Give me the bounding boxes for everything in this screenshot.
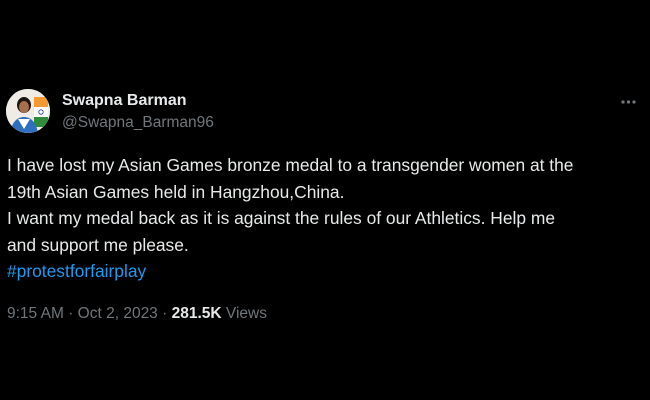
hashtag-link[interactable]: #protestforfairplay [7,258,647,285]
more-horizontal-icon [621,100,636,104]
tweet-card: Swapna Barman @Swapna_Barman96 I have lo… [0,0,650,400]
meta-separator: · [162,305,168,322]
tweet-text: I have lost my Asian Games bronze medal … [7,152,647,285]
meta-separator: · [68,305,74,322]
tweet-text-line: and support me please. [7,234,189,255]
tweet-meta: 9:15 AM · Oct 2, 2023 · 281.5K Views [7,305,267,323]
profile-photo-icon [6,89,50,133]
tweet-text-line: I have lost my Asian Games bronze medal … [7,155,574,175]
author-handle[interactable]: @Swapna_Barman96 [62,114,214,132]
tweet-date[interactable]: Oct 2, 2023 [78,305,158,322]
author-display-name[interactable]: Swapna Barman [62,92,186,110]
tweet-text-line: I want my medal back as it is against th… [7,208,556,228]
tweet-text-line: 19th Asian Games held in Hangzhou,China. [7,181,345,202]
views-count: 281.5K [171,305,222,322]
views-label: Views [225,305,267,322]
more-options-button[interactable] [614,92,642,112]
tweet-time[interactable]: 9:15 AM [7,305,64,322]
avatar[interactable] [6,89,50,133]
